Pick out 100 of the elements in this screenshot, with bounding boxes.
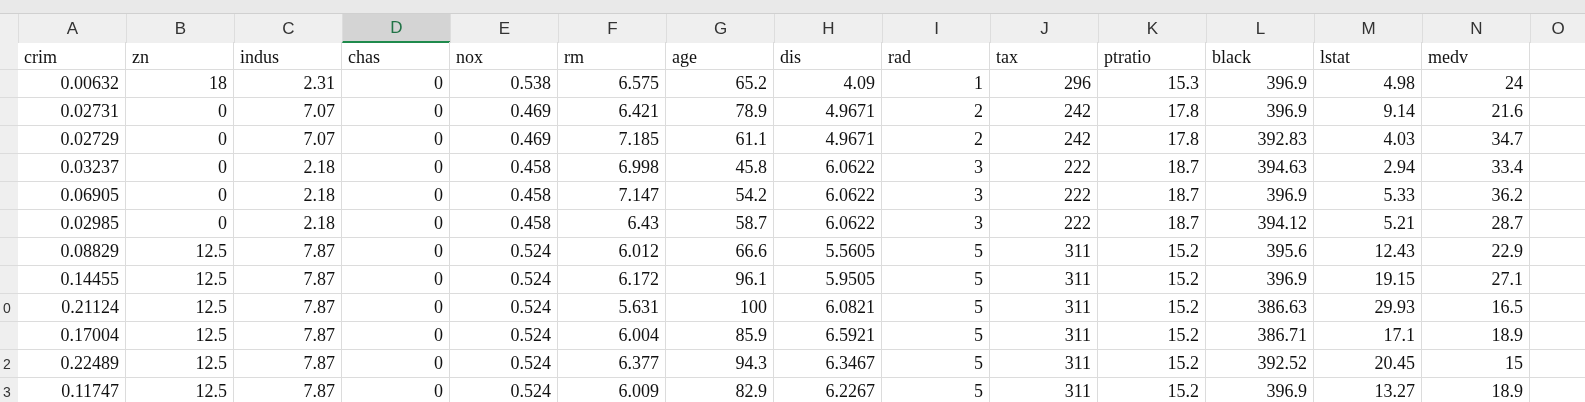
table-cell: 18.9 [1422, 378, 1530, 402]
table-cell: 0.458 [450, 154, 558, 182]
column-header[interactable]: F [558, 14, 666, 43]
table-cell: 5 [882, 238, 990, 266]
row-header[interactable] [0, 98, 18, 126]
table-cell: 2.94 [1314, 154, 1422, 182]
table-cell: dis [774, 42, 882, 70]
table-cell: 5 [882, 350, 990, 378]
column-header[interactable]: J [990, 14, 1098, 43]
table-cell: 18.9 [1422, 322, 1530, 350]
table-cell: 311 [990, 322, 1098, 350]
table-cell: 6.172 [558, 266, 666, 294]
table-cell: 17.8 [1098, 98, 1206, 126]
column-header[interactable]: O [1530, 14, 1585, 43]
table-cell: 311 [990, 378, 1098, 402]
table-cell: 0.02985 [18, 210, 126, 238]
table-cell: 7.07 [234, 126, 342, 154]
row-header[interactable] [0, 322, 18, 350]
column-header[interactable]: G [666, 14, 774, 43]
table-cell: 0.08829 [18, 238, 126, 266]
table-cell: 396.9 [1206, 98, 1314, 126]
table-cell: 0 [342, 378, 450, 402]
table-cell: 7.87 [234, 266, 342, 294]
table-cell: 6.0622 [774, 210, 882, 238]
row-header[interactable] [0, 182, 18, 210]
column-header[interactable]: I [882, 14, 990, 43]
table-cell: 18.7 [1098, 210, 1206, 238]
table-cell: 16.5 [1422, 294, 1530, 322]
table-cell: 6.5921 [774, 322, 882, 350]
row-header[interactable]: 0 [0, 294, 18, 322]
table-cell: 7.87 [234, 238, 342, 266]
row-header[interactable] [0, 266, 18, 294]
column-header[interactable]: C [234, 14, 342, 43]
table-cell: 0 [342, 238, 450, 266]
column-header[interactable]: A [18, 14, 126, 43]
table-cell: 6.004 [558, 322, 666, 350]
table-cell: 0.02731 [18, 98, 126, 126]
table-cell: 9.14 [1314, 98, 1422, 126]
row-header[interactable] [0, 126, 18, 154]
table-cell: 0.00632 [18, 70, 126, 98]
table-cell: 0 [342, 70, 450, 98]
table-cell: 222 [990, 210, 1098, 238]
table-cell: 222 [990, 182, 1098, 210]
column-header[interactable]: E [450, 14, 558, 43]
column-header[interactable]: M [1314, 14, 1422, 43]
column-header[interactable]: L [1206, 14, 1314, 43]
table-cell: 6.575 [558, 70, 666, 98]
table-cell: 242 [990, 126, 1098, 154]
table-cell: 394.63 [1206, 154, 1314, 182]
table-cell: 33.4 [1422, 154, 1530, 182]
table-cell: rm [558, 42, 666, 70]
table-cell: 27.1 [1422, 266, 1530, 294]
table-cell: 0.469 [450, 98, 558, 126]
table-cell: 0 [126, 126, 234, 154]
column-header[interactable]: D [342, 14, 450, 43]
column-header[interactable]: K [1098, 14, 1206, 43]
corner-cell[interactable] [0, 14, 18, 43]
table-cell: 5 [882, 266, 990, 294]
row-header[interactable]: 3 [0, 378, 18, 402]
table-cell: zn [126, 42, 234, 70]
table-cell: 0.458 [450, 182, 558, 210]
table-cell: 3 [882, 154, 990, 182]
table-cell: 1 [882, 70, 990, 98]
table-cell: 5.21 [1314, 210, 1422, 238]
column-header[interactable]: B [126, 14, 234, 43]
table-cell: 2.18 [234, 210, 342, 238]
column-header[interactable]: N [1422, 14, 1530, 43]
table-cell: 17.8 [1098, 126, 1206, 154]
table-cell: 0.14455 [18, 266, 126, 294]
table-cell: 13.27 [1314, 378, 1422, 402]
table-cell: 12.5 [126, 294, 234, 322]
row-header[interactable] [0, 238, 18, 266]
table-cell: 7.185 [558, 126, 666, 154]
table-cell: 3 [882, 182, 990, 210]
row-header[interactable] [0, 154, 18, 182]
table-cell: 0.21124 [18, 294, 126, 322]
row-header[interactable] [0, 70, 18, 98]
row-header[interactable] [0, 210, 18, 238]
table-cell: 12.5 [126, 378, 234, 402]
table-cell: 2.18 [234, 182, 342, 210]
table-cell: 311 [990, 294, 1098, 322]
table-cell: indus [234, 42, 342, 70]
table-cell: 0 [126, 210, 234, 238]
table-cell: 5.5605 [774, 238, 882, 266]
table-cell: 85.9 [666, 322, 774, 350]
table-cell: 20.45 [1314, 350, 1422, 378]
table-cell: 0.524 [450, 322, 558, 350]
table-cell: 18.7 [1098, 182, 1206, 210]
table-cell: 94.3 [666, 350, 774, 378]
table-cell: 7.87 [234, 294, 342, 322]
table-cell: 78.9 [666, 98, 774, 126]
column-header[interactable]: H [774, 14, 882, 43]
row-header[interactable]: 2 [0, 350, 18, 378]
table-cell: 0.458 [450, 210, 558, 238]
table-cell: 311 [990, 266, 1098, 294]
table-cell: chas [342, 42, 450, 70]
table-cell: black [1206, 42, 1314, 70]
row-header[interactable] [0, 42, 18, 70]
table-cell: 0.469 [450, 126, 558, 154]
table-cell: 296 [990, 70, 1098, 98]
